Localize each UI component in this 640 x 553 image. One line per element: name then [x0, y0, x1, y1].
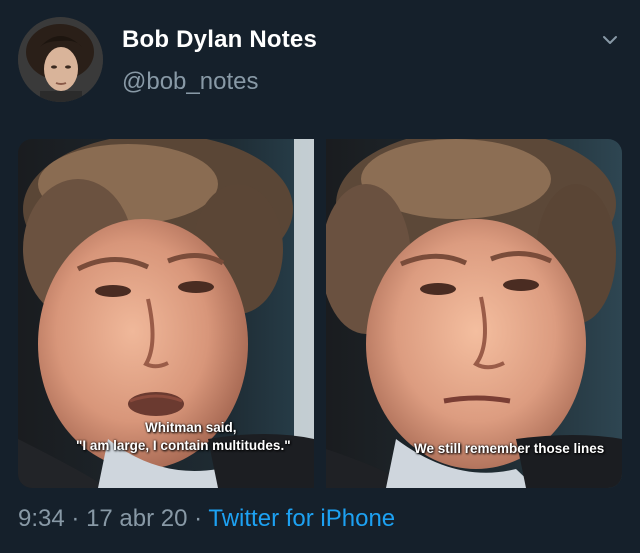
media-image-right[interactable]: We still remember those lines	[326, 139, 622, 488]
tweet-metadata: 9:34 · 17 abr 20 · Twitter for iPhone	[18, 505, 395, 533]
display-name[interactable]: Bob Dylan Notes	[122, 26, 317, 54]
media-image-left[interactable]: Whitman said, "I am large, I contain mul…	[18, 139, 314, 488]
subtitle-line-1: Whitman said,	[145, 420, 237, 435]
tweet-source-link[interactable]: Twitter for iPhone	[208, 505, 395, 532]
avatar-image	[18, 17, 103, 102]
subtitle-right: We still remember those lines	[414, 441, 605, 456]
tweet-time[interactable]: 9:34	[18, 505, 65, 532]
avatar[interactable]	[18, 17, 103, 102]
tweet-date[interactable]: 17 abr 20	[86, 505, 187, 532]
chevron-down-icon[interactable]	[600, 30, 620, 50]
photo-right-art	[326, 139, 622, 488]
meta-separator: ·	[71, 505, 80, 532]
tweet-media[interactable]: Whitman said, "I am large, I contain mul…	[18, 139, 622, 488]
meta-separator: ·	[194, 505, 203, 532]
user-handle[interactable]: @bob_notes	[122, 68, 258, 96]
subtitle-line-2: "I am large, I contain multitudes."	[76, 438, 291, 453]
